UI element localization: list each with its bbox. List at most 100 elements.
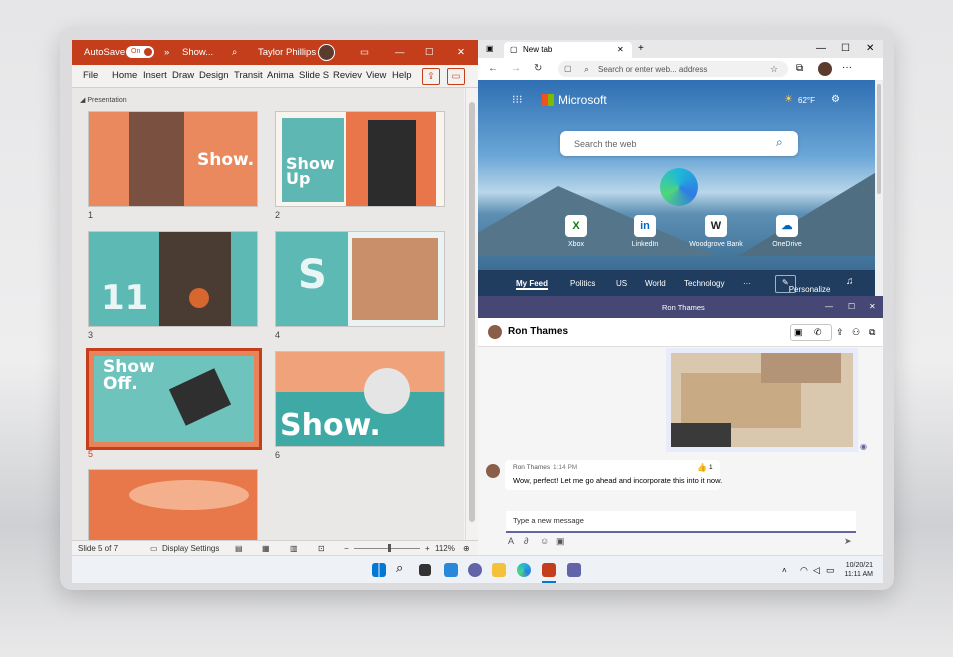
quick-link-label[interactable]: Xbox [541,241,611,248]
slide-thumbnail[interactable]: Show Up [275,111,445,207]
feed-tab-world[interactable]: World [645,279,666,288]
widgets-icon[interactable] [444,563,458,577]
apps-grid-icon[interactable]: ⁝⁝⁝ [512,95,523,106]
maximize-icon[interactable]: ☐ [425,47,434,58]
tab-insert[interactable]: Insert [143,70,167,81]
tab-slideshow[interactable]: Slide S [299,70,329,81]
powerpoint-icon[interactable] [542,563,556,577]
weather-icon[interactable]: ☀ [784,95,793,105]
tab-help[interactable]: Help [392,70,412,81]
chevron-up-icon[interactable]: ˄ [782,566,787,576]
bank-icon[interactable]: W [705,215,727,237]
tab-review[interactable]: Reviev [333,70,362,81]
quick-link-label[interactable]: LinkedIn [610,241,680,248]
tab-design[interactable]: Design [199,70,229,81]
slide-thumbnail[interactable]: Show. [275,351,445,447]
feed-tab-us[interactable]: US [616,279,627,288]
reading-view-icon[interactable]: ▥ [290,544,298,553]
slide-thumbnail[interactable]: S [275,231,445,327]
avatar[interactable] [488,325,502,339]
normal-view-icon[interactable]: ▤ [235,544,243,553]
linkedin-icon[interactable]: in [634,215,656,237]
address-bar[interactable]: ▢ ⌕ Search or enter web... address ☆ [558,61,788,77]
start-icon[interactable] [372,563,386,577]
thumbnail-scrollbar[interactable] [465,88,479,540]
search-icon[interactable]: ⌕ [776,136,783,148]
address-input[interactable]: Search or enter web... address [598,65,707,74]
compose-box[interactable]: Type a new message [506,511,856,533]
tab-draw[interactable]: Draw [172,70,194,81]
feed-more[interactable]: ··· [743,279,751,288]
emoji-icon[interactable]: ☺ [540,536,549,546]
pop-out-icon[interactable]: ⧉ [869,327,875,337]
feed-tab-technology[interactable]: Technology [684,279,724,288]
share-icon[interactable]: ⇪ [422,68,440,85]
battery-icon[interactable]: ▭ [826,565,835,575]
quick-link-label[interactable]: OneDrive [752,241,822,248]
wifi-icon[interactable]: ◠ [800,565,808,575]
more-icon[interactable]: ··· [842,63,852,73]
slideshow-icon[interactable]: ⊡ [318,544,325,553]
ribbon-display-icon[interactable]: ▭ [360,47,369,58]
tab-transitions[interactable]: Transit [234,70,263,81]
avatar[interactable] [318,44,335,61]
gif-icon[interactable]: ▣ [556,536,565,546]
autosave-toggle[interactable]: On [126,46,154,58]
fit-slide-icon[interactable]: ⊕ [463,544,470,553]
tab-view[interactable]: View [366,70,386,81]
edge-icon[interactable] [517,563,531,577]
send-icon[interactable]: ➤ [844,536,852,546]
comments-icon[interactable]: ▭ [447,68,465,85]
close-icon[interactable]: ✕ [866,44,874,54]
display-settings-button[interactable]: Display Settings [162,544,219,553]
chat-icon[interactable] [468,563,482,577]
search-input[interactable]: Search the web [574,139,637,149]
search-icon[interactable]: ⌕ [396,561,403,574]
file-name[interactable]: Show... [182,47,213,58]
slide-thumbnail[interactable]: Show. [88,111,258,207]
scrollbar-thumb[interactable] [469,102,475,522]
tab-actions-icon[interactable]: ▣ [486,44,494,54]
maximize-icon[interactable]: ☐ [848,302,855,312]
forward-icon[interactable]: → [511,64,521,74]
volume-icon[interactable]: ◁ [813,565,820,575]
collections-icon[interactable]: ⧉ [796,64,803,74]
xbox-icon[interactable]: X [565,215,587,237]
task-view-icon[interactable] [419,564,431,576]
chat-name[interactable]: Ron Thames [508,326,568,337]
search-icon[interactable]: ⌕ [232,47,237,58]
shared-image[interactable] [666,348,858,452]
settings-gear-icon[interactable]: ⚙ [831,95,840,105]
web-search-box[interactable]: Search the web ⌕ [560,131,798,156]
scrollbar-thumb[interactable] [877,84,881,194]
compose-input[interactable]: Type a new message [513,516,584,525]
feed-tab-my-feed[interactable]: My Feed [516,279,549,290]
clock[interactable]: 10/20/21 11:11 AM [844,561,873,579]
slide-thumbnail[interactable] [88,469,258,542]
thumbs-up-icon[interactable]: 👍 [697,463,707,473]
attach-icon[interactable]: ∂ [524,536,528,546]
zoom-level[interactable]: 112% [435,544,455,553]
teams-icon[interactable] [567,563,581,577]
page-scrollbar[interactable] [875,80,883,296]
new-tab-icon[interactable]: + [638,44,644,54]
slide-thumbnail-selected[interactable]: Show Off. [86,348,262,450]
format-icon[interactable]: A [508,536,514,546]
maximize-icon[interactable]: ☐ [841,44,850,54]
section-header[interactable]: ◢ Presentation [80,96,127,104]
zoom-in-icon[interactable]: + [425,544,430,553]
user-name[interactable]: Taylor Phillips [258,47,316,58]
close-icon[interactable]: ✕ [869,302,876,312]
browser-tab[interactable]: ▢ New tab ✕ [504,42,632,58]
slide-thumbnail[interactable]: 11 [88,231,258,327]
minimize-icon[interactable]: — [395,47,405,58]
video-call-icon[interactable]: ▣ [794,327,803,337]
back-icon[interactable]: ← [488,64,498,74]
file-explorer-icon[interactable] [492,563,506,577]
tab-file[interactable]: File [83,70,98,81]
refresh-icon[interactable]: ↻ [534,64,542,74]
close-tab-icon[interactable]: ✕ [617,45,624,55]
zoom-slider-thumb[interactable] [388,544,391,552]
personalize-button[interactable]: ✎ Personalize [775,275,831,294]
audio-call-icon[interactable]: ✆ [814,327,822,337]
